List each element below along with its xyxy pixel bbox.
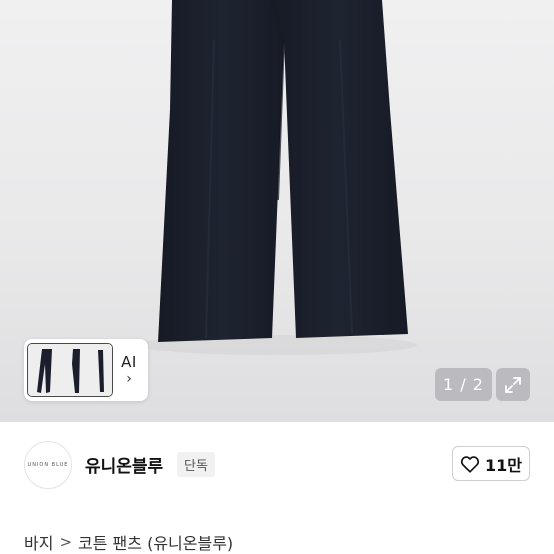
brand-logo-text: UNION BLUE [27, 462, 69, 468]
breadcrumb-category[interactable]: 바지 [24, 530, 53, 554]
breadcrumb-product[interactable]: 코튼 팬츠 (유니온블루) [78, 530, 233, 554]
page-indicator: 1 / 2 [435, 368, 492, 401]
expand-button[interactable] [496, 368, 530, 401]
chevron-right-icon: › [126, 371, 132, 387]
exclusive-badge: 단독 [177, 452, 215, 477]
product-image-gallery[interactable]: AI › 1 / 2 [0, 0, 554, 422]
heart-icon [460, 455, 480, 473]
like-count: 11만 [485, 455, 522, 475]
outfit-thumbnail-image [28, 344, 112, 396]
brand-row: UNION BLUE 유니온블루 단독 11만 [0, 422, 554, 510]
breadcrumb: 바지 > 코튼 팬츠 (유니온블루) [24, 530, 233, 554]
ai-button-label: AI [121, 353, 137, 371]
brand-name[interactable]: 유니온블루 [85, 452, 163, 477]
outfit-thumbnail[interactable] [27, 343, 113, 397]
ai-thumbnail-strip[interactable]: AI › [24, 339, 148, 401]
like-button[interactable]: 11만 [452, 446, 530, 481]
brand-logo[interactable]: UNION BLUE [24, 441, 72, 489]
chevron-right-icon: > [59, 533, 73, 551]
expand-icon [505, 376, 521, 393]
ai-button[interactable]: AI › [113, 343, 145, 397]
